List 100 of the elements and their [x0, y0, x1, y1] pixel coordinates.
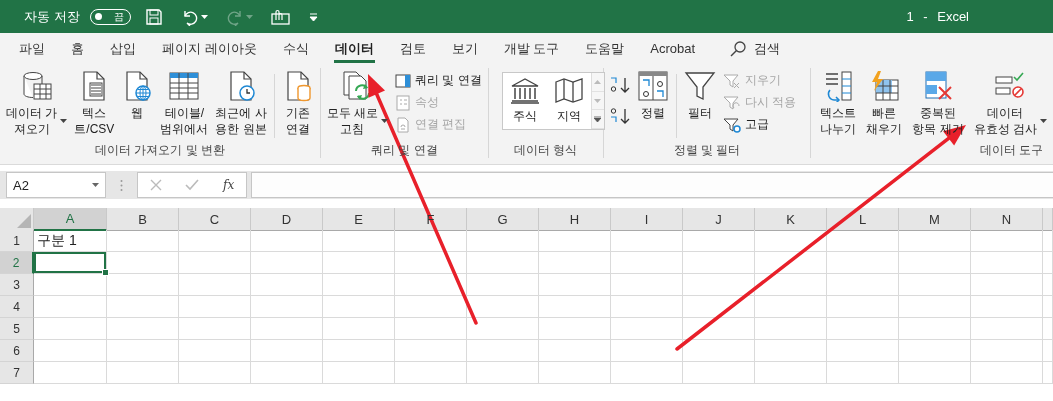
table-cell — [539, 340, 611, 362]
table-cell — [467, 296, 539, 318]
table-cell — [683, 296, 755, 318]
ribbon-button[interactable]: 테이블/ 범위에서 — [157, 68, 212, 139]
dropdown-caret-icon — [200, 14, 208, 19]
ribbon-tab[interactable]: 홈 — [58, 33, 97, 64]
table-cell — [1043, 252, 1053, 274]
gallery-option[interactable]: 지역 — [546, 73, 591, 129]
customize-icon — [308, 12, 318, 21]
table-cell — [539, 230, 611, 252]
group-label: 데이터 도구 — [978, 142, 1044, 158]
ribbon-button[interactable]: 데이터 가 져오기 — [3, 68, 71, 139]
ribbon-button[interactable]: 데이터 유효성 검사 — [970, 68, 1050, 139]
ribbon-tab[interactable]: 파일 — [6, 33, 58, 64]
ribbon-button[interactable]: 기존 연결 — [278, 68, 317, 139]
column-header[interactable]: G — [467, 208, 539, 231]
table-cell — [1043, 296, 1053, 318]
ribbon-button[interactable]: 빠른 채우기 — [863, 68, 906, 139]
column-header[interactable]: L — [827, 208, 899, 231]
column-header[interactable]: A — [34, 208, 107, 231]
ribbon-tab[interactable]: Acrobat — [637, 33, 709, 64]
table-cell — [899, 362, 971, 384]
ribbon-tab[interactable]: 보기 — [438, 33, 491, 64]
window-title: 1 - Excel — [906, 9, 969, 24]
ribbon-tab[interactable]: 삽입 — [97, 33, 149, 64]
scroll-down-icon — [594, 98, 602, 103]
table-cell — [827, 230, 899, 252]
row-header[interactable]: 7 — [0, 362, 34, 384]
ribbon-button[interactable]: 고급 — [719, 114, 800, 135]
ribbon-button[interactable]: 필터 — [680, 68, 719, 123]
table-cell — [179, 340, 251, 362]
column-header[interactable]: I — [611, 208, 683, 231]
sort-descending-icon — [609, 106, 630, 125]
ribbon-tab[interactable]: 데이터 — [321, 33, 387, 64]
row-header[interactable]: 2 — [0, 252, 34, 274]
ribbon-button[interactable]: 웹 — [118, 68, 157, 123]
ribbon-tab[interactable]: 수식 — [269, 33, 322, 64]
ribbon-button[interactable]: 텍스 트/CSV — [71, 68, 118, 139]
table-cell — [611, 318, 683, 340]
column-header[interactable]: J — [683, 208, 755, 231]
clear-filter-icon — [722, 72, 741, 89]
column-header[interactable]: N — [971, 208, 1043, 231]
table-cell — [107, 252, 179, 274]
ribbon-button[interactable]: 최근에 사 용한 원본 — [212, 68, 270, 139]
ribbon-tab[interactable]: 개발 도구 — [490, 33, 573, 64]
table-icon — [168, 70, 201, 102]
column-header[interactable]: B — [107, 208, 179, 231]
search-icon — [730, 40, 747, 57]
table-cell — [251, 340, 323, 362]
row-header[interactable]: 1 — [0, 230, 34, 252]
table-cell — [755, 274, 827, 296]
column-header[interactable]: C — [179, 208, 251, 231]
ribbon-tab[interactable]: 페이지 레이아웃 — [149, 33, 270, 64]
table-cell — [683, 340, 755, 362]
row-header[interactable]: 6 — [0, 340, 34, 362]
table-cell — [827, 296, 899, 318]
column-header[interactable]: D — [251, 208, 323, 231]
table-cell — [611, 296, 683, 318]
fill-handle[interactable] — [102, 269, 109, 276]
table-cell — [251, 362, 323, 384]
scroll-up-icon — [594, 79, 602, 84]
ribbon-tab[interactable]: 도움말 — [572, 33, 638, 64]
table-cell — [971, 296, 1043, 318]
table-cell — [611, 274, 683, 296]
ribbon-button[interactable]: 텍스트 나누기 — [817, 68, 860, 139]
database-icon — [20, 70, 53, 102]
table-cell: 구분 1 — [34, 230, 107, 252]
table-cell — [323, 362, 395, 384]
ribbon-button[interactable]: 정렬 — [633, 68, 672, 123]
insert-function-button[interactable]: fx — [223, 178, 235, 192]
table-cell — [827, 340, 899, 362]
gallery-option[interactable]: 주식 — [502, 73, 547, 129]
table-cell — [107, 274, 179, 296]
more-button[interactable] — [591, 110, 604, 129]
table-cell — [539, 318, 611, 340]
row-header[interactable]: 3 — [0, 274, 34, 296]
column-header[interactable]: M — [899, 208, 971, 231]
column-header[interactable]: E — [323, 208, 395, 231]
row-header[interactable]: 5 — [0, 318, 34, 340]
active-cell[interactable] — [34, 252, 107, 274]
search-button[interactable]: 검색 — [708, 33, 781, 64]
column-header[interactable]: K — [755, 208, 827, 231]
table-cell — [323, 318, 395, 340]
ribbon-button[interactable]: 쿼리 및 연결 — [392, 70, 485, 91]
row-header[interactable]: 4 — [0, 296, 34, 318]
table-cell — [611, 252, 683, 274]
table-cell — [827, 274, 899, 296]
table-cell — [971, 340, 1043, 362]
table-cell — [899, 340, 971, 362]
properties-icon — [395, 94, 412, 111]
table-cell — [899, 274, 971, 296]
ribbon-tab[interactable]: 검토 — [386, 33, 439, 64]
column-header[interactable]: H — [539, 208, 611, 231]
table-cell — [467, 362, 539, 384]
table-cell — [323, 340, 395, 362]
table-cell — [179, 362, 251, 384]
table-cell — [1043, 340, 1053, 362]
autosave-label: 자동 저장 — [24, 7, 80, 26]
formula-input[interactable] — [251, 172, 1053, 198]
name-box[interactable]: A2 — [6, 172, 106, 198]
